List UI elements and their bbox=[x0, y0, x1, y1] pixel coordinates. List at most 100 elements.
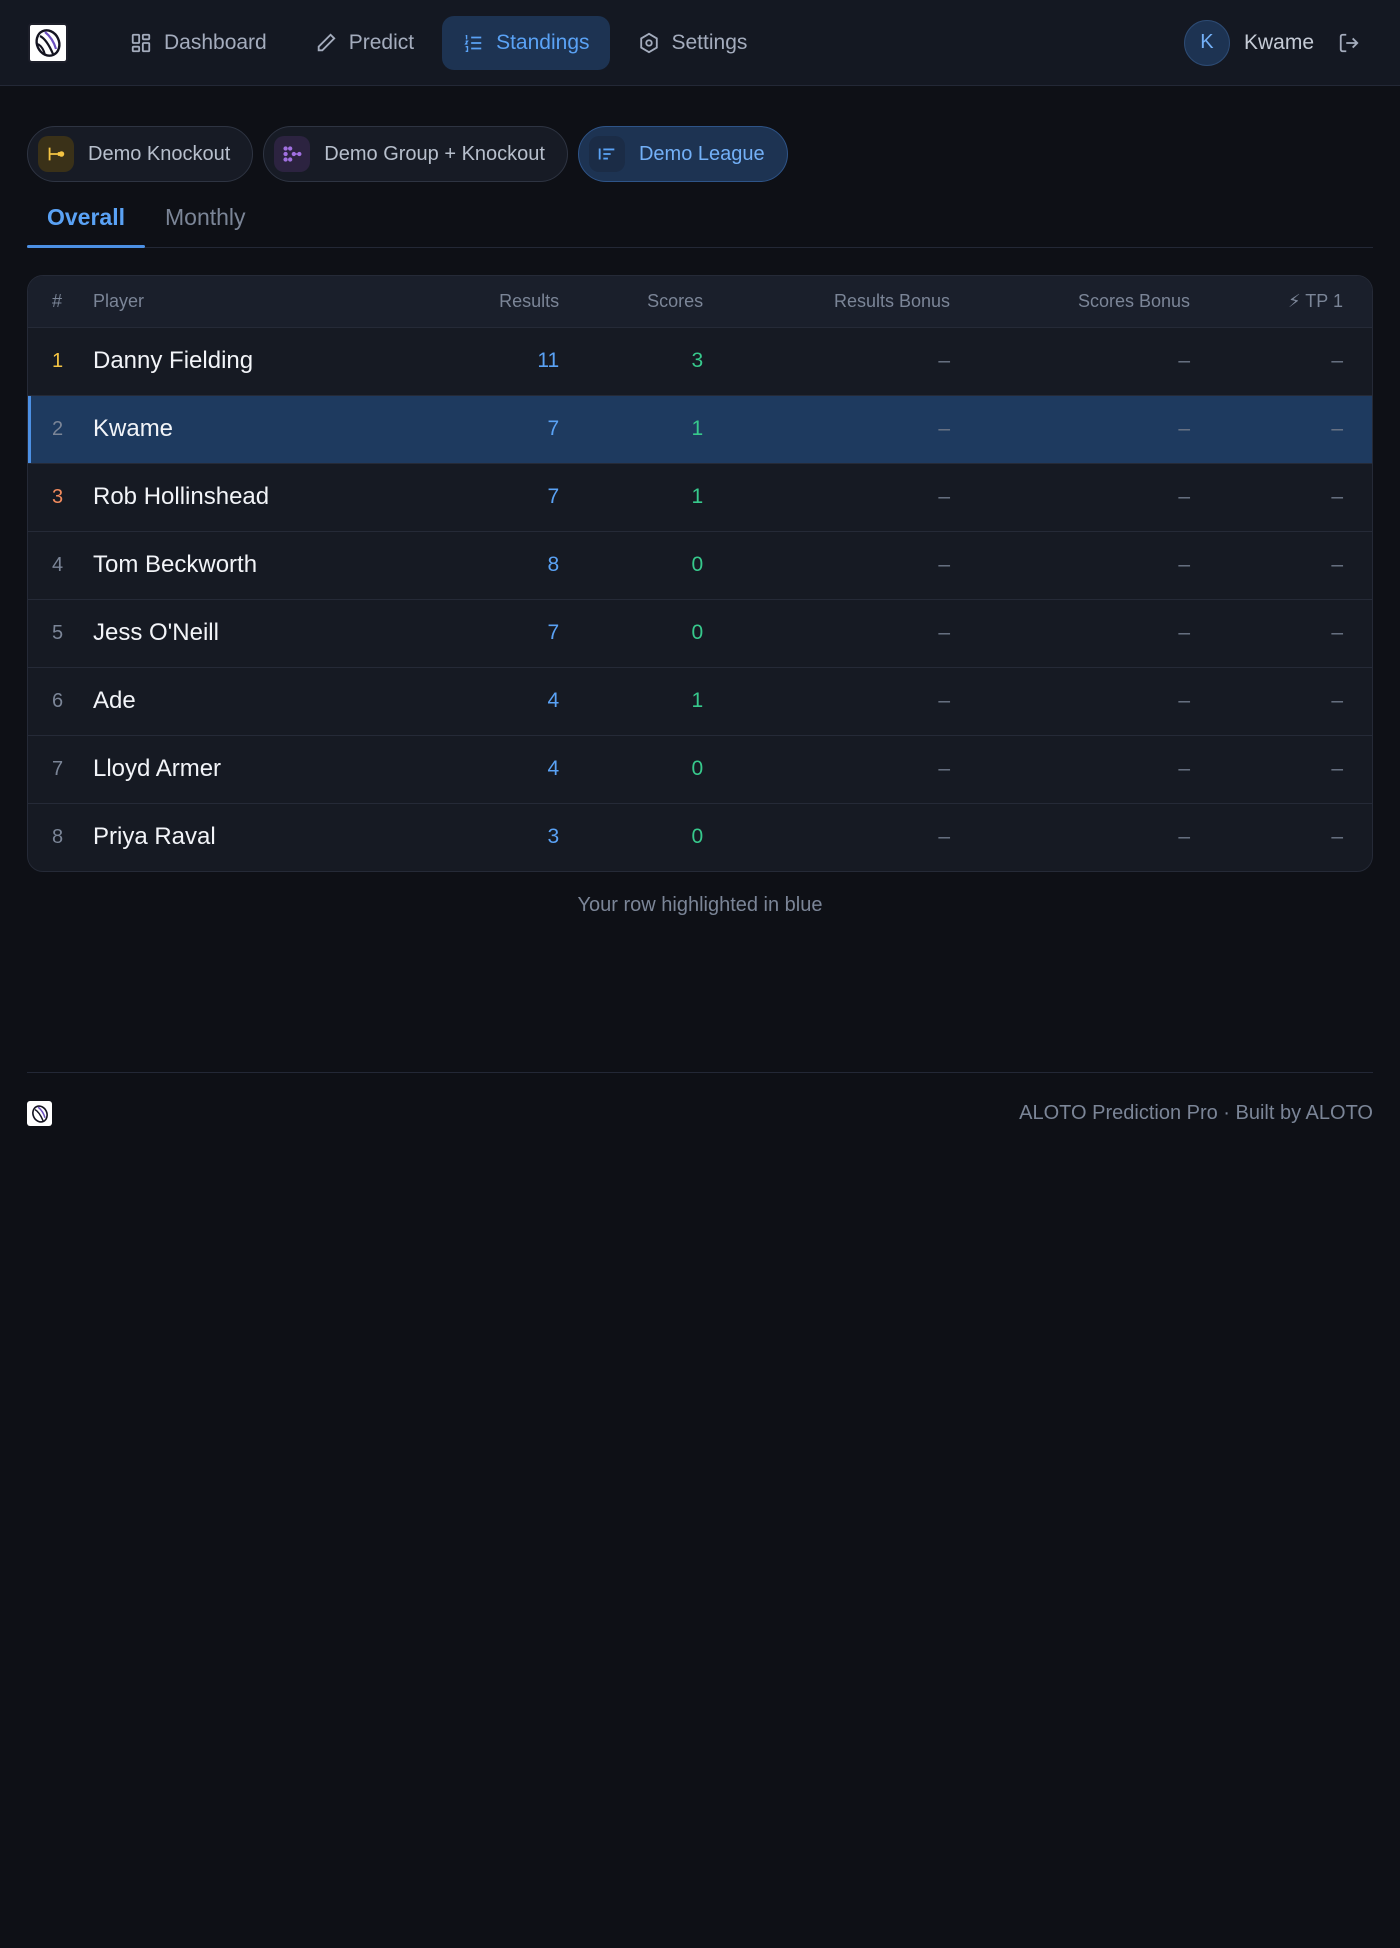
competition-label: Demo League bbox=[638, 142, 765, 165]
nav-standings[interactable]: Standings bbox=[442, 15, 610, 70]
standings-table: # Player Results Scores Results Bonus Sc… bbox=[27, 275, 1373, 872]
row-scores-bonus: – bbox=[1178, 485, 1191, 508]
standings-tabs: Overall Monthly bbox=[27, 204, 1373, 248]
row-player: Jess O'Neill bbox=[93, 619, 219, 646]
main-nav: Dashboard Predict Standings Settings bbox=[110, 15, 768, 70]
table-row-current-user: 2 Kwame 7 1 – – – bbox=[28, 395, 1372, 463]
table-header-row: # Player Results Scores Results Bonus Sc… bbox=[28, 276, 1372, 327]
row-results-bonus: – bbox=[938, 485, 951, 508]
avatar: K bbox=[1183, 19, 1230, 66]
row-results: 8 bbox=[547, 553, 560, 576]
row-rank: 8 bbox=[52, 825, 64, 848]
highlight-note: Your row highlighted in blue bbox=[577, 894, 823, 916]
nav-predict-label: Predict bbox=[348, 30, 415, 54]
table-row: 4 Tom Beckworth 8 0 – – – bbox=[28, 531, 1372, 599]
row-rank: 5 bbox=[52, 621, 64, 644]
row-rank: 1 bbox=[52, 349, 64, 372]
nav-dashboard[interactable]: Dashboard bbox=[110, 16, 287, 70]
row-player: Ade bbox=[93, 687, 136, 714]
row-results-bonus: – bbox=[938, 825, 951, 849]
row-player: Danny Fielding bbox=[93, 347, 254, 374]
nav-standings-label: Standings bbox=[496, 30, 590, 54]
table-row: 7 Lloyd Armer 4 0 – – – bbox=[28, 735, 1372, 803]
main-content: Demo Knockout Demo Group + Knockout Demo… bbox=[0, 86, 1400, 917]
table-row: 3 Rob Hollinshead 7 1 – – – bbox=[28, 463, 1372, 531]
table-row: 8 Priya Raval 3 0 – – – bbox=[28, 803, 1372, 871]
header-rank: # bbox=[52, 290, 63, 311]
row-tp: – bbox=[1331, 553, 1343, 576]
competition-chip-demo-knockout[interactable]: Demo Knockout bbox=[27, 126, 254, 182]
row-tp: – bbox=[1331, 825, 1343, 849]
row-scores-bonus: – bbox=[1178, 417, 1191, 440]
row-results-bonus: – bbox=[938, 417, 951, 440]
row-scores: 3 bbox=[691, 349, 704, 372]
header-results: Results bbox=[499, 290, 560, 311]
competition-chip-demo-league[interactable]: Demo League bbox=[577, 126, 788, 182]
row-scores: 0 bbox=[691, 621, 704, 644]
row-scores: 0 bbox=[691, 553, 704, 576]
row-tp: – bbox=[1331, 417, 1343, 440]
grid-icon bbox=[131, 33, 151, 52]
group-bracket-icon bbox=[274, 136, 311, 172]
header-results-bonus: Results Bonus bbox=[833, 290, 951, 311]
user-menu[interactable]: K Kwame bbox=[1183, 19, 1314, 66]
row-player: Tom Beckworth bbox=[93, 551, 258, 578]
header-scores: Scores bbox=[647, 290, 704, 311]
row-results: 7 bbox=[547, 485, 560, 508]
row-rank: 7 bbox=[52, 757, 64, 780]
row-results-bonus: – bbox=[938, 621, 951, 644]
header-scores-bonus: Scores Bonus bbox=[1077, 290, 1191, 311]
header-tp: ⚡ TP 1 bbox=[1287, 290, 1343, 311]
row-player: Kwame bbox=[93, 415, 174, 442]
bracket-icon bbox=[38, 136, 74, 172]
row-player: Priya Raval bbox=[93, 823, 216, 851]
row-tp: – bbox=[1331, 689, 1343, 712]
row-rank: 2 bbox=[28, 395, 88, 463]
row-scores-bonus: – bbox=[1178, 621, 1191, 644]
row-scores-bonus: – bbox=[1178, 553, 1191, 576]
logout-button[interactable] bbox=[1336, 30, 1362, 56]
competition-label: Demo Knockout bbox=[88, 142, 231, 165]
row-results-bonus: – bbox=[938, 349, 951, 372]
row-scores: 1 bbox=[691, 689, 704, 712]
row-rank: 6 bbox=[52, 689, 64, 712]
footer: ALOTO Prediction Pro · Built by ALOTO bbox=[27, 1072, 1373, 1126]
competition-chip-demo-group-knockout[interactable]: Demo Group + Knockout bbox=[263, 126, 568, 182]
ball-logo-icon bbox=[35, 28, 61, 57]
list-icon bbox=[588, 136, 625, 172]
row-tp: – bbox=[1331, 757, 1343, 780]
row-tp: – bbox=[1331, 485, 1343, 508]
nav-predict[interactable]: Predict bbox=[295, 16, 434, 70]
row-scores-bonus: – bbox=[1178, 689, 1191, 712]
row-scores: 1 bbox=[691, 485, 704, 508]
user-name: Kwame bbox=[1243, 30, 1314, 54]
nav-settings-label: Settings bbox=[671, 30, 748, 54]
logout-icon bbox=[1339, 33, 1359, 52]
row-tp: – bbox=[1331, 349, 1343, 372]
app-logo[interactable] bbox=[28, 22, 68, 63]
footer-credits: ALOTO Prediction Pro · Built by ALOTO bbox=[1019, 1102, 1373, 1124]
row-scores: 1 bbox=[691, 417, 704, 440]
row-results-bonus: – bbox=[938, 553, 951, 576]
row-player: Rob Hollinshead bbox=[93, 483, 270, 510]
table-row: 6 Ade 4 1 – – – bbox=[28, 667, 1372, 735]
header-player: Player bbox=[93, 290, 145, 311]
footer-logo-icon bbox=[27, 1101, 52, 1126]
row-tp: – bbox=[1331, 621, 1343, 644]
gear-icon bbox=[639, 32, 658, 53]
row-rank: 3 bbox=[52, 485, 64, 508]
competition-selector: Demo Knockout Demo Group + Knockout Demo… bbox=[27, 126, 1373, 182]
pencil-icon bbox=[317, 32, 336, 51]
competition-label: Demo Group + Knockout bbox=[324, 142, 545, 165]
top-nav: Dashboard Predict Standings Settings K K… bbox=[0, 0, 1400, 86]
ordered-list-icon bbox=[464, 34, 482, 52]
row-results: 7 bbox=[547, 417, 560, 440]
nav-settings[interactable]: Settings bbox=[618, 16, 768, 70]
row-results-bonus: – bbox=[938, 757, 951, 780]
table-row: 1 Danny Fielding 11 3 – – – bbox=[28, 327, 1372, 395]
table-row: 5 Jess O'Neill 7 0 – – – bbox=[28, 599, 1372, 667]
row-results: 4 bbox=[547, 689, 560, 712]
tab-overall[interactable]: Overall bbox=[27, 204, 145, 248]
row-results: 4 bbox=[547, 757, 560, 780]
tab-monthly[interactable]: Monthly bbox=[145, 204, 266, 247]
